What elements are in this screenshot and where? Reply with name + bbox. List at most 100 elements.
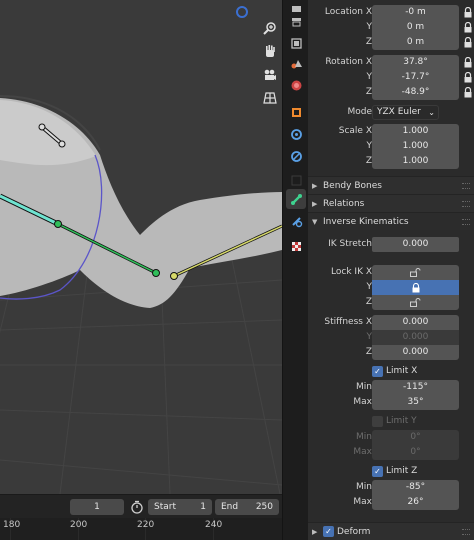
relations-panel-header[interactable]: ▶ Relations <box>308 194 474 212</box>
stiffness-x-row: Stiffness X 0.000 <box>308 315 474 330</box>
scale-x-field[interactable]: 1.000 <box>372 124 459 139</box>
bone-constraint-icon[interactable] <box>286 211 306 231</box>
rotation-x-field[interactable]: 37.8° <box>372 55 459 70</box>
lock-icon[interactable] <box>464 37 472 48</box>
lock-icon[interactable] <box>464 72 472 83</box>
stiffness-y-field[interactable]: 0.000 <box>372 330 459 345</box>
scale-y-row: Y 1.000 <box>308 139 474 154</box>
lock-ik-z-row: Z <box>308 295 474 310</box>
inverse-kinematics-panel-header[interactable]: ▼ Inverse Kinematics <box>308 212 474 230</box>
limit-z-min-field[interactable]: -85° <box>372 480 459 495</box>
object-icon[interactable] <box>286 102 306 122</box>
tick-label: 240 <box>205 520 223 530</box>
stopwatch-icon[interactable] <box>130 500 144 514</box>
location-x-label: Location X <box>324 7 372 17</box>
rotation-mode-value: YZX Euler <box>377 107 421 117</box>
limit-x-min-field[interactable]: -115° <box>372 380 459 395</box>
output-icon[interactable] <box>286 33 306 53</box>
lock-icon[interactable] <box>464 7 472 18</box>
lock-ik-x-row: Lock IK X <box>308 265 474 280</box>
lock-icon[interactable] <box>464 22 472 33</box>
ik-stretch-label: IK Stretch <box>328 239 372 249</box>
scale-z-row: Z 1.000 <box>308 154 474 169</box>
grid-icon[interactable] <box>258 87 282 109</box>
stiffness-z-field[interactable]: 0.000 <box>372 345 459 360</box>
scale-x-label: Scale X <box>338 126 372 136</box>
rotation-y-field[interactable]: -17.7° <box>372 70 459 85</box>
lock-icon[interactable] <box>464 87 472 98</box>
texture-icon[interactable] <box>286 236 306 256</box>
relations-title: Relations <box>323 199 365 209</box>
limit-z-row: ✓ Limit Z <box>308 465 474 480</box>
location-x-field[interactable]: -0 m <box>372 5 459 20</box>
limit-x-checkbox[interactable]: ✓ <box>372 366 383 377</box>
object-data-icon[interactable] <box>286 170 306 190</box>
viewport-blue-dot <box>236 6 248 18</box>
collapse-arrow-icon: ▼ <box>312 218 318 226</box>
lock-ik-z-toggle[interactable] <box>372 295 459 310</box>
lock-icon[interactable] <box>464 57 472 68</box>
limit-y-min-field[interactable]: 0° <box>372 430 459 445</box>
limit-x-max-field[interactable]: 35° <box>372 395 459 410</box>
rotation-z-row: Z -48.9° <box>308 85 474 100</box>
ik-stretch-field[interactable]: 0.000 <box>372 237 459 252</box>
limit-y-max-field[interactable]: 0° <box>372 445 459 460</box>
deform-panel-header[interactable]: ▶ ✓ Deform <box>308 522 474 540</box>
drag-grip-icon[interactable] <box>462 529 470 535</box>
limit-y-checkbox[interactable] <box>372 416 383 427</box>
start-frame-field[interactable]: Start 1 <box>148 499 212 515</box>
location-y-field[interactable]: 0 m <box>372 20 459 35</box>
limit-x-min-label: Min <box>356 382 372 392</box>
limit-z-max-row: Max 26° <box>308 495 474 510</box>
physics-icon[interactable] <box>286 146 306 166</box>
3d-viewport[interactable] <box>0 0 282 494</box>
rotation-z-field[interactable]: -48.9° <box>372 85 459 100</box>
viewport-scene <box>0 95 282 494</box>
limit-z-label: Limit Z <box>386 466 418 476</box>
deform-checkbox[interactable]: ✓ <box>323 526 334 537</box>
limit-z-min-label: Min <box>356 482 372 492</box>
limit-x-label: Limit X <box>386 366 418 376</box>
rotation-mode-select[interactable]: YZX Euler ⌄ <box>372 105 439 120</box>
view-layer-icon[interactable] <box>286 54 306 74</box>
camera-icon[interactable] <box>258 64 282 86</box>
timeline-ruler[interactable]: 180 200 220 240 <box>0 518 282 540</box>
drag-grip-icon[interactable] <box>462 183 470 189</box>
tick-label: 180 <box>3 520 21 530</box>
lock-ik-y-toggle[interactable] <box>372 280 459 295</box>
scale-y-field[interactable]: 1.000 <box>372 139 459 154</box>
start-label: Start <box>154 502 176 512</box>
start-value: 1 <box>200 502 206 512</box>
current-frame-field[interactable]: 1 <box>70 499 124 515</box>
stiffness-z-row: Z 0.000 <box>308 345 474 360</box>
stiffness-x-field[interactable]: 0.000 <box>372 315 459 330</box>
rotation-y-row: Y -17.7° <box>308 70 474 85</box>
bone-icon[interactable] <box>286 189 306 209</box>
stiffness-y-row: Y 0.000 <box>308 330 474 345</box>
location-z-field[interactable]: 0 m <box>372 35 459 50</box>
world-icon[interactable] <box>286 75 306 95</box>
lock-ik-x-toggle[interactable] <box>372 265 459 280</box>
modifier-icon[interactable] <box>286 124 306 144</box>
limit-y-max-row: Max 0° <box>308 445 474 460</box>
drag-grip-icon[interactable] <box>462 201 470 207</box>
zoom-icon[interactable] <box>258 17 282 39</box>
limit-y-min-label: Min <box>356 432 372 442</box>
end-frame-field[interactable]: End 250 <box>215 499 279 515</box>
rotation-x-label: Rotation X <box>325 57 372 67</box>
scale-z-field[interactable]: 1.000 <box>372 154 459 169</box>
drag-grip-icon[interactable] <box>462 219 470 225</box>
hand-icon[interactable] <box>258 40 282 62</box>
bendy-bones-title: Bendy Bones <box>323 181 382 191</box>
location-x-row: Location X -0 m <box>308 5 474 20</box>
limit-z-checkbox[interactable]: ✓ <box>372 466 383 477</box>
unlock-icon <box>410 268 421 277</box>
limit-z-max-field[interactable]: 26° <box>372 495 459 510</box>
render-icon[interactable] <box>286 11 306 31</box>
limit-x-max-row: Max 35° <box>308 395 474 410</box>
limit-z-min-row: Min -85° <box>308 480 474 495</box>
limit-x-row: ✓ Limit X <box>308 365 474 380</box>
lock-ik-y-row: Y <box>308 280 474 295</box>
properties-panel: Location X -0 m Y 0 m Z 0 m Rotation X 3… <box>308 0 474 540</box>
bendy-bones-panel-header[interactable]: ▶ Bendy Bones <box>308 176 474 194</box>
